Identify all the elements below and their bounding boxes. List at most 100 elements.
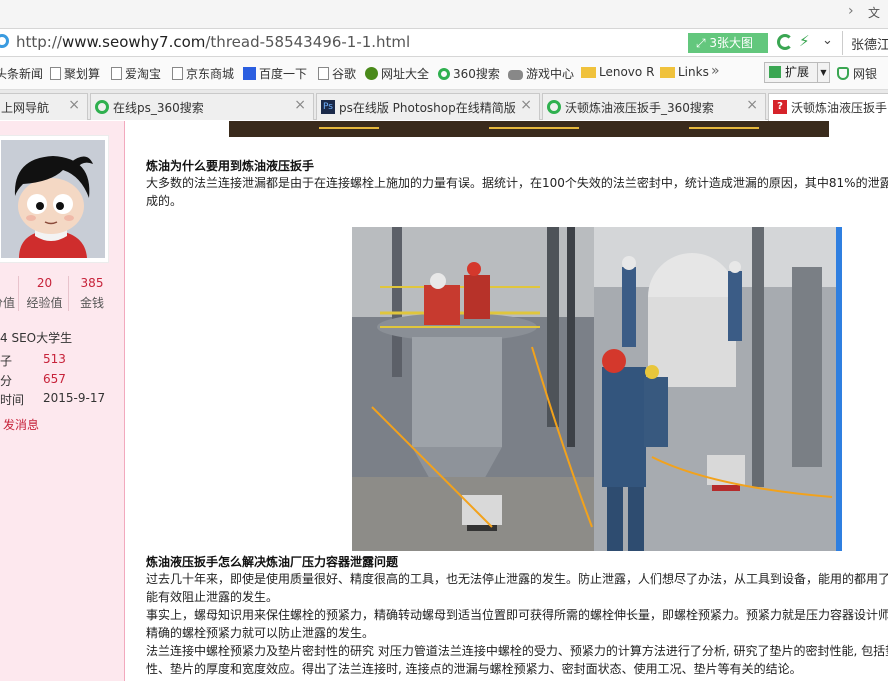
road-marking — [489, 127, 579, 129]
stat-label: 经验值 — [26, 296, 63, 310]
bookmark-label: 网址大全 — [381, 67, 430, 81]
stat-money[interactable]: 385 金钱 — [72, 276, 112, 311]
avatar-cartoon-icon — [1, 140, 105, 258]
tab-navigation[interactable]: 上网导航 × — [0, 93, 88, 120]
baidu-paw-icon — [243, 67, 256, 80]
avatar[interactable] — [0, 135, 109, 263]
big-images-button[interactable]: ⤢ 3张大图 — [688, 33, 768, 53]
chevron-right-icon[interactable]: › — [848, 3, 854, 19]
bookmark-links[interactable]: Links — [660, 65, 709, 79]
folder-icon — [581, 67, 596, 78]
ps-icon: Ps — [321, 100, 335, 114]
page-icon — [111, 67, 122, 80]
row-key: 积分 — [0, 374, 13, 388]
row-key: 帖子 — [0, 354, 13, 368]
url-path: /thread-58543496-1-1.html — [205, 33, 411, 51]
tab-ps-360-search[interactable]: 在线ps_360搜索 × — [90, 93, 314, 120]
bookmark-google[interactable]: 谷歌 — [318, 65, 356, 82]
extensions-button[interactable]: 扩展 ▼ — [764, 62, 830, 83]
author-sidebar: 5 积分值 20 经验值 385 金钱 4 SEO大学生 帖子 513 积分 6… — [0, 121, 125, 681]
url-field[interactable]: http://www.seowhy7.com/thread-58543496-1… — [16, 33, 410, 51]
tab-label: ps在线版 Photoshop在线精简版 — [339, 101, 516, 115]
url-scheme: http:// — [16, 33, 62, 51]
article-photo[interactable] — [352, 227, 842, 551]
paragraph-line: 能有效阻止泄露的发生。 — [146, 590, 279, 604]
big-images-label: 3张大图 — [709, 36, 754, 50]
window-title: 文​ — [868, 6, 881, 20]
lightning-icon[interactable]: ⚡ — [799, 32, 810, 50]
bookmark-baidu[interactable]: 百度一下 — [243, 65, 307, 82]
paragraph-line: 精确的螺栓预紧力就可以防止泄露的发生。 — [146, 626, 375, 640]
stat-value: 20 — [36, 276, 53, 290]
bookmark-toutiao[interactable]: 头条新闻 — [0, 65, 43, 82]
stat-label: 积分值 — [0, 296, 15, 310]
grid-icon — [769, 66, 781, 78]
stat-score[interactable]: 5 积分值 — [0, 276, 19, 311]
bookmark-games[interactable]: 游戏中心 — [508, 65, 574, 82]
bookmark-label: 京东商城 — [186, 67, 235, 81]
paragraph-line: 法兰连接中螺栓预紧力及垫片密封性的研究 对压力管道法兰连接中螺栓的受力、预紧力的… — [146, 644, 888, 658]
bookmark-juhuasuan[interactable]: 聚划算 — [50, 65, 100, 82]
expand-icon: ⤢ — [696, 36, 710, 50]
stat-label: 金钱 — [79, 296, 104, 310]
close-icon[interactable]: × — [520, 97, 532, 113]
user-rank: 4 SEO大学生 — [0, 331, 73, 345]
tab-label: 沃顿炼油液压扳手_360搜索 — [565, 101, 714, 115]
close-icon[interactable]: × — [68, 97, 80, 113]
shield-icon — [837, 67, 849, 80]
online-banking-button[interactable]: 网银 — [837, 65, 877, 82]
bookmark-360search[interactable]: 360搜索 — [438, 65, 500, 82]
paragraph-line: 大多数的法兰连接泄漏都是由于在连接螺栓上施加的力量有误。据统计，在100个失效的… — [146, 176, 888, 190]
extensions-label: 扩展 — [785, 65, 810, 79]
row-value: 2015-9-17 — [43, 391, 106, 405]
360-icon — [95, 100, 109, 114]
tab-label: 在线ps_360搜索 — [113, 101, 204, 115]
road-marking — [319, 127, 379, 129]
section-heading: 炼油为什么要用到炼油液压扳手 — [146, 159, 315, 173]
refinery-workers-photo — [352, 227, 842, 551]
close-icon[interactable]: × — [746, 97, 758, 113]
bookmark-aitaobao[interactable]: 爱淘宝 — [111, 65, 161, 82]
row-value[interactable]: 513 — [43, 352, 66, 366]
tab-wodun-360-search[interactable]: 沃顿炼油液压扳手_360搜索 × — [542, 93, 766, 120]
user-name[interactable]: 张德江 — [851, 34, 888, 53]
bookmark-label: 头条新闻 — [0, 67, 44, 81]
refresh-icon[interactable] — [777, 34, 793, 50]
stat-value: 385 — [80, 276, 104, 290]
article-top-image — [229, 121, 829, 137]
bookmark-label: Links — [678, 65, 709, 79]
page-icon — [50, 67, 61, 80]
bookmark-wangzhi[interactable]: 网址大全 — [365, 65, 429, 82]
address-bar: http://www.seowhy7.com/thread-58543496-1… — [0, 28, 888, 57]
paragraph-line: 事实上，螺母知识用来保住螺栓的预紧力，精确转动螺母到适当位置即可获得所需的螺栓伸… — [146, 608, 888, 622]
bookmark-lenovo[interactable]: Lenovo R — [581, 65, 654, 79]
360-icon — [547, 100, 561, 114]
paragraph-line: 成的。 — [146, 194, 183, 208]
profile-row-posts: 帖子 513 — [0, 352, 128, 369]
plus-globe-icon — [365, 67, 378, 80]
stat-experience[interactable]: 20 经验值 — [21, 276, 69, 311]
send-message-link[interactable]: 发消息 — [3, 416, 39, 433]
bookmarks-bar: 头条新闻 聚划算 爱淘宝 京东商城 百度一下 谷歌 网址大全 360搜索 游戏中… — [0, 57, 888, 90]
avatar-image — [1, 140, 105, 258]
browser-logo-icon — [0, 34, 9, 48]
profile-stats: 5 积分值 20 经验值 385 金钱 — [0, 276, 125, 316]
bookmark-jd[interactable]: 京东商城 — [172, 65, 234, 82]
row-key: 注册时间 — [0, 393, 25, 407]
page-icon — [172, 67, 183, 80]
stat-value: 5 — [0, 276, 18, 290]
bookmark-label: 聚划算 — [64, 67, 101, 81]
close-icon[interactable]: × — [294, 97, 306, 113]
bookmark-label: 爱淘宝 — [125, 67, 162, 81]
chevron-down-icon[interactable]: ⌄ — [822, 33, 833, 48]
profile-row-register: 注册时间 2015-9-17 — [0, 391, 126, 408]
chevron-down-icon[interactable]: ▼ — [817, 63, 829, 82]
more-bookmarks-icon[interactable]: » — [711, 63, 720, 79]
tab-ps-online[interactable]: Ps ps在线版 Photoshop在线精简版 × — [316, 93, 540, 120]
window-title-bar: › 文​ — [0, 0, 888, 28]
url-domain: www.seowhy7.com — [61, 33, 206, 51]
divider — [842, 31, 843, 55]
tab-wodun-active[interactable]: ? 沃顿炼油液压扳手 — [768, 93, 888, 121]
paragraph-line: 过去几十年来，即使是使用质量很好、精度很高的工具，也无法停止泄露的发生。防止泄露… — [146, 572, 888, 586]
bookmark-label: 百度一下 — [259, 67, 308, 81]
